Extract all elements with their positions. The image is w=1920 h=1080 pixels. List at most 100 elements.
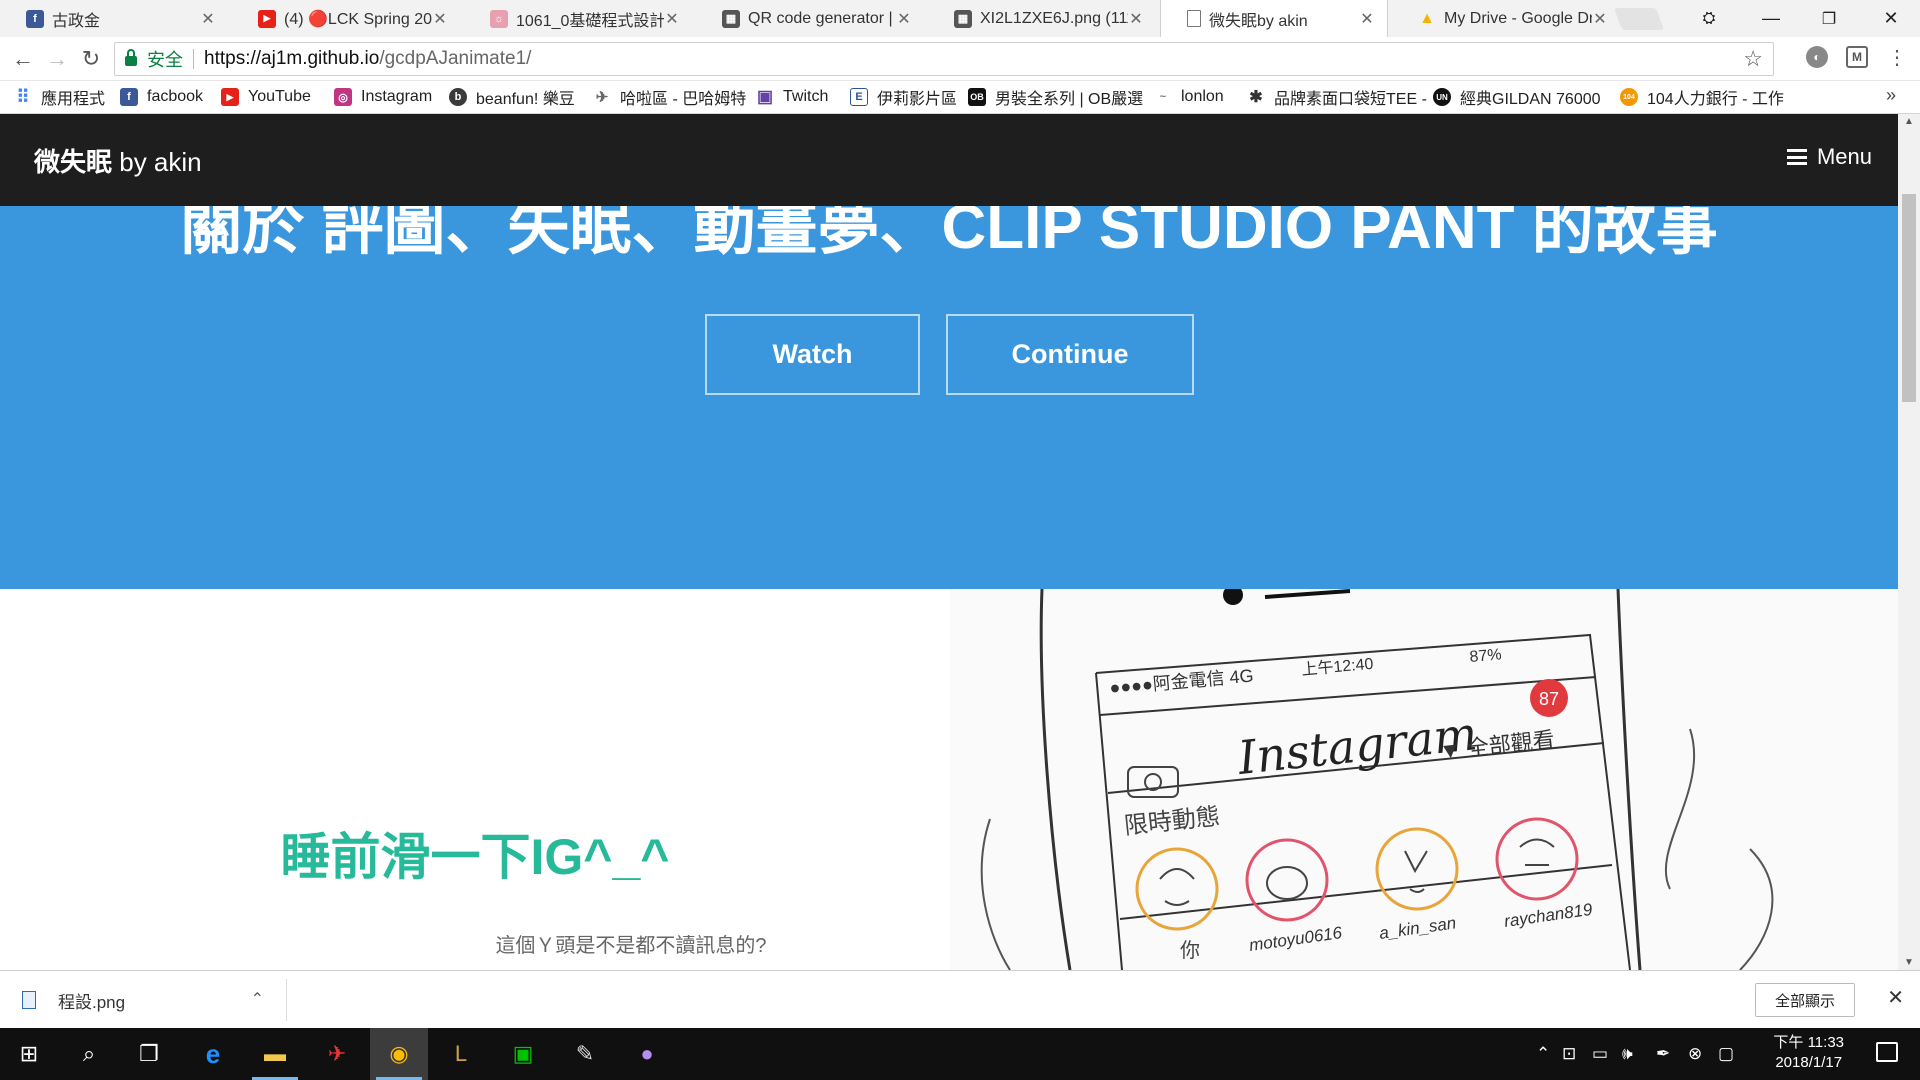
close-tab-icon[interactable]: ✕	[1592, 9, 1608, 29]
paint-app-icon[interactable]: ✎	[556, 1028, 614, 1080]
browser-tab[interactable]: ▲ My Drive - Google Dr ✕	[1392, 0, 1620, 37]
sketch-story-name: raychan819	[1503, 900, 1594, 931]
close-tab-icon[interactable]: ✕	[896, 9, 912, 29]
extension-icon[interactable]: ◐	[1806, 46, 1828, 68]
bookmark-label: 104人力銀行 - 工作	[1647, 91, 1784, 108]
bookmark-label: 經典GILDAN 76000	[1460, 91, 1601, 108]
menu-label: Menu	[1816, 144, 1872, 169]
profile-icon[interactable]: ⛭	[1680, 0, 1738, 37]
bookmark-twitch[interactable]: ▣ Twitch	[756, 86, 828, 108]
sketch-story-name: a_kin_san	[1378, 913, 1457, 943]
security-label: 安全	[147, 50, 183, 70]
watch-button[interactable]: Watch	[705, 314, 920, 395]
browser-tab-strip: f 古政金 ✕ ▶ (4) 🔴LCK Spring 201 ✕ ☼ 1061_0…	[0, 0, 1920, 37]
close-shelf-icon[interactable]: ✕	[1887, 985, 1904, 1010]
github-icon[interactable]: ●	[618, 1028, 676, 1080]
google-drive-icon: ▲	[1419, 9, 1435, 27]
continue-button[interactable]: Continue	[946, 314, 1194, 395]
input-method-icon[interactable]: ▢	[1718, 1044, 1734, 1064]
scroll-up-arrow-icon[interactable]: ▲	[1898, 116, 1920, 127]
brand-author: by akin	[112, 147, 202, 177]
lock-icon	[125, 49, 137, 66]
bookmark-lonlon[interactable]: ~ lonlon	[1154, 86, 1224, 108]
more-bookmarks-icon[interactable]: »	[1886, 85, 1896, 106]
sketch-stories-label: 限時動態	[1123, 803, 1221, 840]
un-icon: UN	[1433, 88, 1451, 106]
address-bar[interactable]: 安全 https://aj1m.github.io /gcdpAJanimate…	[114, 42, 1774, 76]
close-tab-icon[interactable]: ✕	[1359, 9, 1375, 29]
bookmark-youtube[interactable]: ▶ YouTube	[221, 86, 311, 108]
close-tab-icon[interactable]: ✕	[432, 9, 448, 29]
bookmark-beanfun[interactable]: b beanfun! 樂豆	[449, 86, 575, 108]
close-window-button[interactable]: ✕	[1862, 0, 1920, 37]
bookmark-104[interactable]: 104 104人力銀行 - 工作	[1620, 86, 1784, 108]
back-arrow-icon[interactable]: ←	[8, 44, 38, 74]
volume-icon[interactable]: 🕪	[1622, 1044, 1633, 1064]
bookmark-eyny[interactable]: E 伊莉影片區	[850, 86, 957, 108]
bookmark-star-icon[interactable]: ☆	[1743, 46, 1763, 72]
file-explorer-icon[interactable]: ▬	[246, 1028, 304, 1080]
restore-button[interactable]: ❐	[1800, 0, 1858, 37]
pen-icon[interactable]: ✒	[1656, 1044, 1670, 1064]
browser-tab-active[interactable]: 微失眠by akin ✕	[1160, 0, 1388, 37]
scrollbar-thumb[interactable]	[1902, 194, 1916, 402]
chevron-up-icon[interactable]: ⌃	[251, 989, 264, 1009]
minimize-button[interactable]: —	[1742, 0, 1800, 37]
task-view-icon[interactable]: ❐	[120, 1028, 178, 1080]
new-tab-button[interactable]	[1613, 8, 1665, 30]
bookmark-tee[interactable]: ✱ 品牌素面口袋短TEE -	[1247, 86, 1427, 108]
download-item[interactable]: 程設.png ⌃	[22, 979, 287, 1021]
show-all-button[interactable]: 全部顯示	[1755, 983, 1855, 1017]
sketch-battery: 87%	[1469, 646, 1502, 666]
address-separator	[193, 49, 194, 69]
bookmark-ob[interactable]: OB 男裝全系列 | OB嚴選	[968, 86, 1143, 108]
scroll-down-arrow-icon[interactable]: ▼	[1898, 957, 1920, 968]
taskbar-clock[interactable]: 下午 11:33 2018/1/17	[1773, 1033, 1844, 1073]
browser-tab[interactable]: ▦ QR code generator | ✕	[696, 0, 924, 37]
instagram-sketch-image: 87 ●●●●阿金電信 4G 上午12:40 87% Instagram ▼ 全…	[950, 589, 1898, 970]
brand-name: 微失眠	[34, 147, 113, 177]
image-file-icon	[22, 991, 36, 1009]
reload-icon[interactable]: ↻	[76, 44, 106, 74]
garena-icon[interactable]: ✈	[308, 1028, 366, 1080]
network-icon[interactable]: ⊡	[1562, 1044, 1576, 1064]
chrome-icon[interactable]: ◉	[370, 1028, 428, 1080]
page-icon	[1187, 10, 1201, 27]
site-brand[interactable]: 微失眠 by akin	[34, 142, 202, 179]
ig-section: 睡前滑一下IG^_^ 這個Ｙ頭是不是都不讀訊息的? 87 ●●●●阿金電信 4G…	[0, 589, 1898, 970]
notification-badge: 87	[1539, 689, 1559, 709]
search-icon[interactable]: ⌕	[60, 1028, 118, 1080]
forward-arrow-icon[interactable]: →	[42, 44, 72, 74]
chrome-menu-icon[interactable]: ⋮	[1886, 46, 1908, 69]
bookmark-apps[interactable]: ⠿ 應用程式	[14, 86, 105, 109]
pink-logo-icon: ☼	[490, 9, 508, 28]
extension-m-icon[interactable]: M	[1846, 46, 1868, 68]
facebook-icon: f	[120, 88, 138, 106]
bookmark-label: facbook	[147, 88, 204, 105]
facebook-icon: f	[26, 9, 44, 28]
browser-tab[interactable]: ▦ XI2L1ZXE6J.png (111 ✕	[928, 0, 1156, 37]
browser-tab[interactable]: f 古政金 ✕	[0, 0, 228, 37]
line-icon[interactable]: ▣	[494, 1028, 552, 1080]
bookmark-label: Instagram	[361, 88, 433, 105]
bookmark-instagram[interactable]: ◎ Instagram	[334, 86, 432, 108]
bookmark-bahamut[interactable]: ✈ 哈啦區 - 巴哈姆特	[593, 86, 747, 108]
edge-icon[interactable]: e	[184, 1028, 242, 1080]
action-center-icon[interactable]	[1876, 1042, 1898, 1062]
league-of-legends-icon[interactable]: L	[432, 1028, 490, 1080]
bookmark-facebook[interactable]: f facbook	[120, 86, 203, 108]
instagram-icon: ◎	[334, 88, 352, 106]
close-tab-icon[interactable]: ✕	[664, 9, 680, 29]
bookmark-label: lonlon	[1181, 88, 1224, 105]
page-scrollbar[interactable]: ▲ ▼	[1898, 114, 1920, 970]
app-tray-icon[interactable]: ⊗	[1688, 1044, 1702, 1064]
close-tab-icon[interactable]: ✕	[200, 9, 216, 29]
battery-icon[interactable]: ▭	[1592, 1044, 1608, 1064]
browser-tab[interactable]: ☼ 1061_0基礎程式設計( ✕	[464, 0, 692, 37]
browser-tab[interactable]: ▶ (4) 🔴LCK Spring 201 ✕	[232, 0, 460, 37]
close-tab-icon[interactable]: ✕	[1128, 9, 1144, 29]
menu-button[interactable]: Menu	[1786, 144, 1872, 170]
start-windows-icon[interactable]: ⊞	[0, 1028, 58, 1080]
show-hidden-icons[interactable]: ⌃	[1536, 1044, 1550, 1064]
bookmark-gildan[interactable]: UN 經典GILDAN 76000	[1433, 86, 1601, 108]
